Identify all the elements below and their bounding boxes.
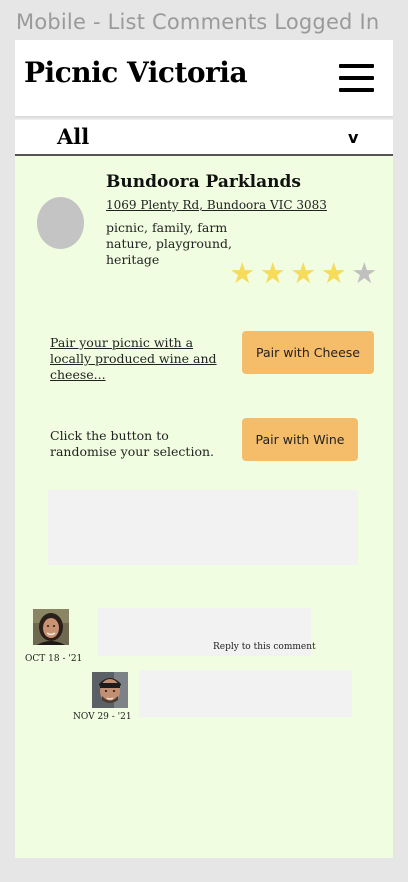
place-image-placeholder xyxy=(37,197,84,249)
star-filled-icon[interactable]: ★ xyxy=(288,257,319,289)
pair-with-cheese-button[interactable]: Pair with Cheese xyxy=(242,331,374,374)
mobile-screen: Picnic Victoria All v Bundoora Parklands… xyxy=(15,40,393,858)
woman-avatar xyxy=(33,609,69,645)
place-address-link[interactable]: 1069 Plenty Rd, Bundoora VIC 3083 xyxy=(106,198,327,212)
app-header: Picnic Victoria xyxy=(15,40,393,116)
star-filled-icon[interactable]: ★ xyxy=(258,257,289,289)
star-filled-icon[interactable]: ★ xyxy=(227,257,258,289)
pairing-prompt-link[interactable]: Pair your picnic with a locally produced… xyxy=(50,335,230,383)
man-avatar xyxy=(92,672,128,708)
frame-title: Mobile - List Comments Logged In xyxy=(16,10,380,34)
hamburger-menu-icon[interactable] xyxy=(339,64,375,94)
chevron-down-icon[interactable]: v xyxy=(348,128,358,147)
randomise-instructions: Click the button to randomise your selec… xyxy=(50,428,215,459)
star-rating[interactable]: ★ ★ ★ ★ ★ xyxy=(227,257,380,289)
comment-date: OCT 18 - '21 xyxy=(25,654,83,664)
app-title: Picnic Victoria xyxy=(24,56,248,89)
pairing-result-placeholder xyxy=(48,490,358,565)
reply-to-comment-link[interactable]: Reply to this comment xyxy=(213,642,316,652)
category-filter-dropdown[interactable]: All v xyxy=(15,120,393,156)
pair-with-wine-button[interactable]: Pair with Wine xyxy=(242,418,358,461)
comment-date: NOV 29 - '21 xyxy=(73,712,132,722)
place-name: Bundoora Parklands xyxy=(106,172,301,192)
star-empty-icon[interactable]: ★ xyxy=(349,257,380,289)
star-filled-icon[interactable]: ★ xyxy=(319,257,350,289)
comment-body-placeholder xyxy=(139,670,352,717)
filter-selected-value: All xyxy=(57,124,90,149)
